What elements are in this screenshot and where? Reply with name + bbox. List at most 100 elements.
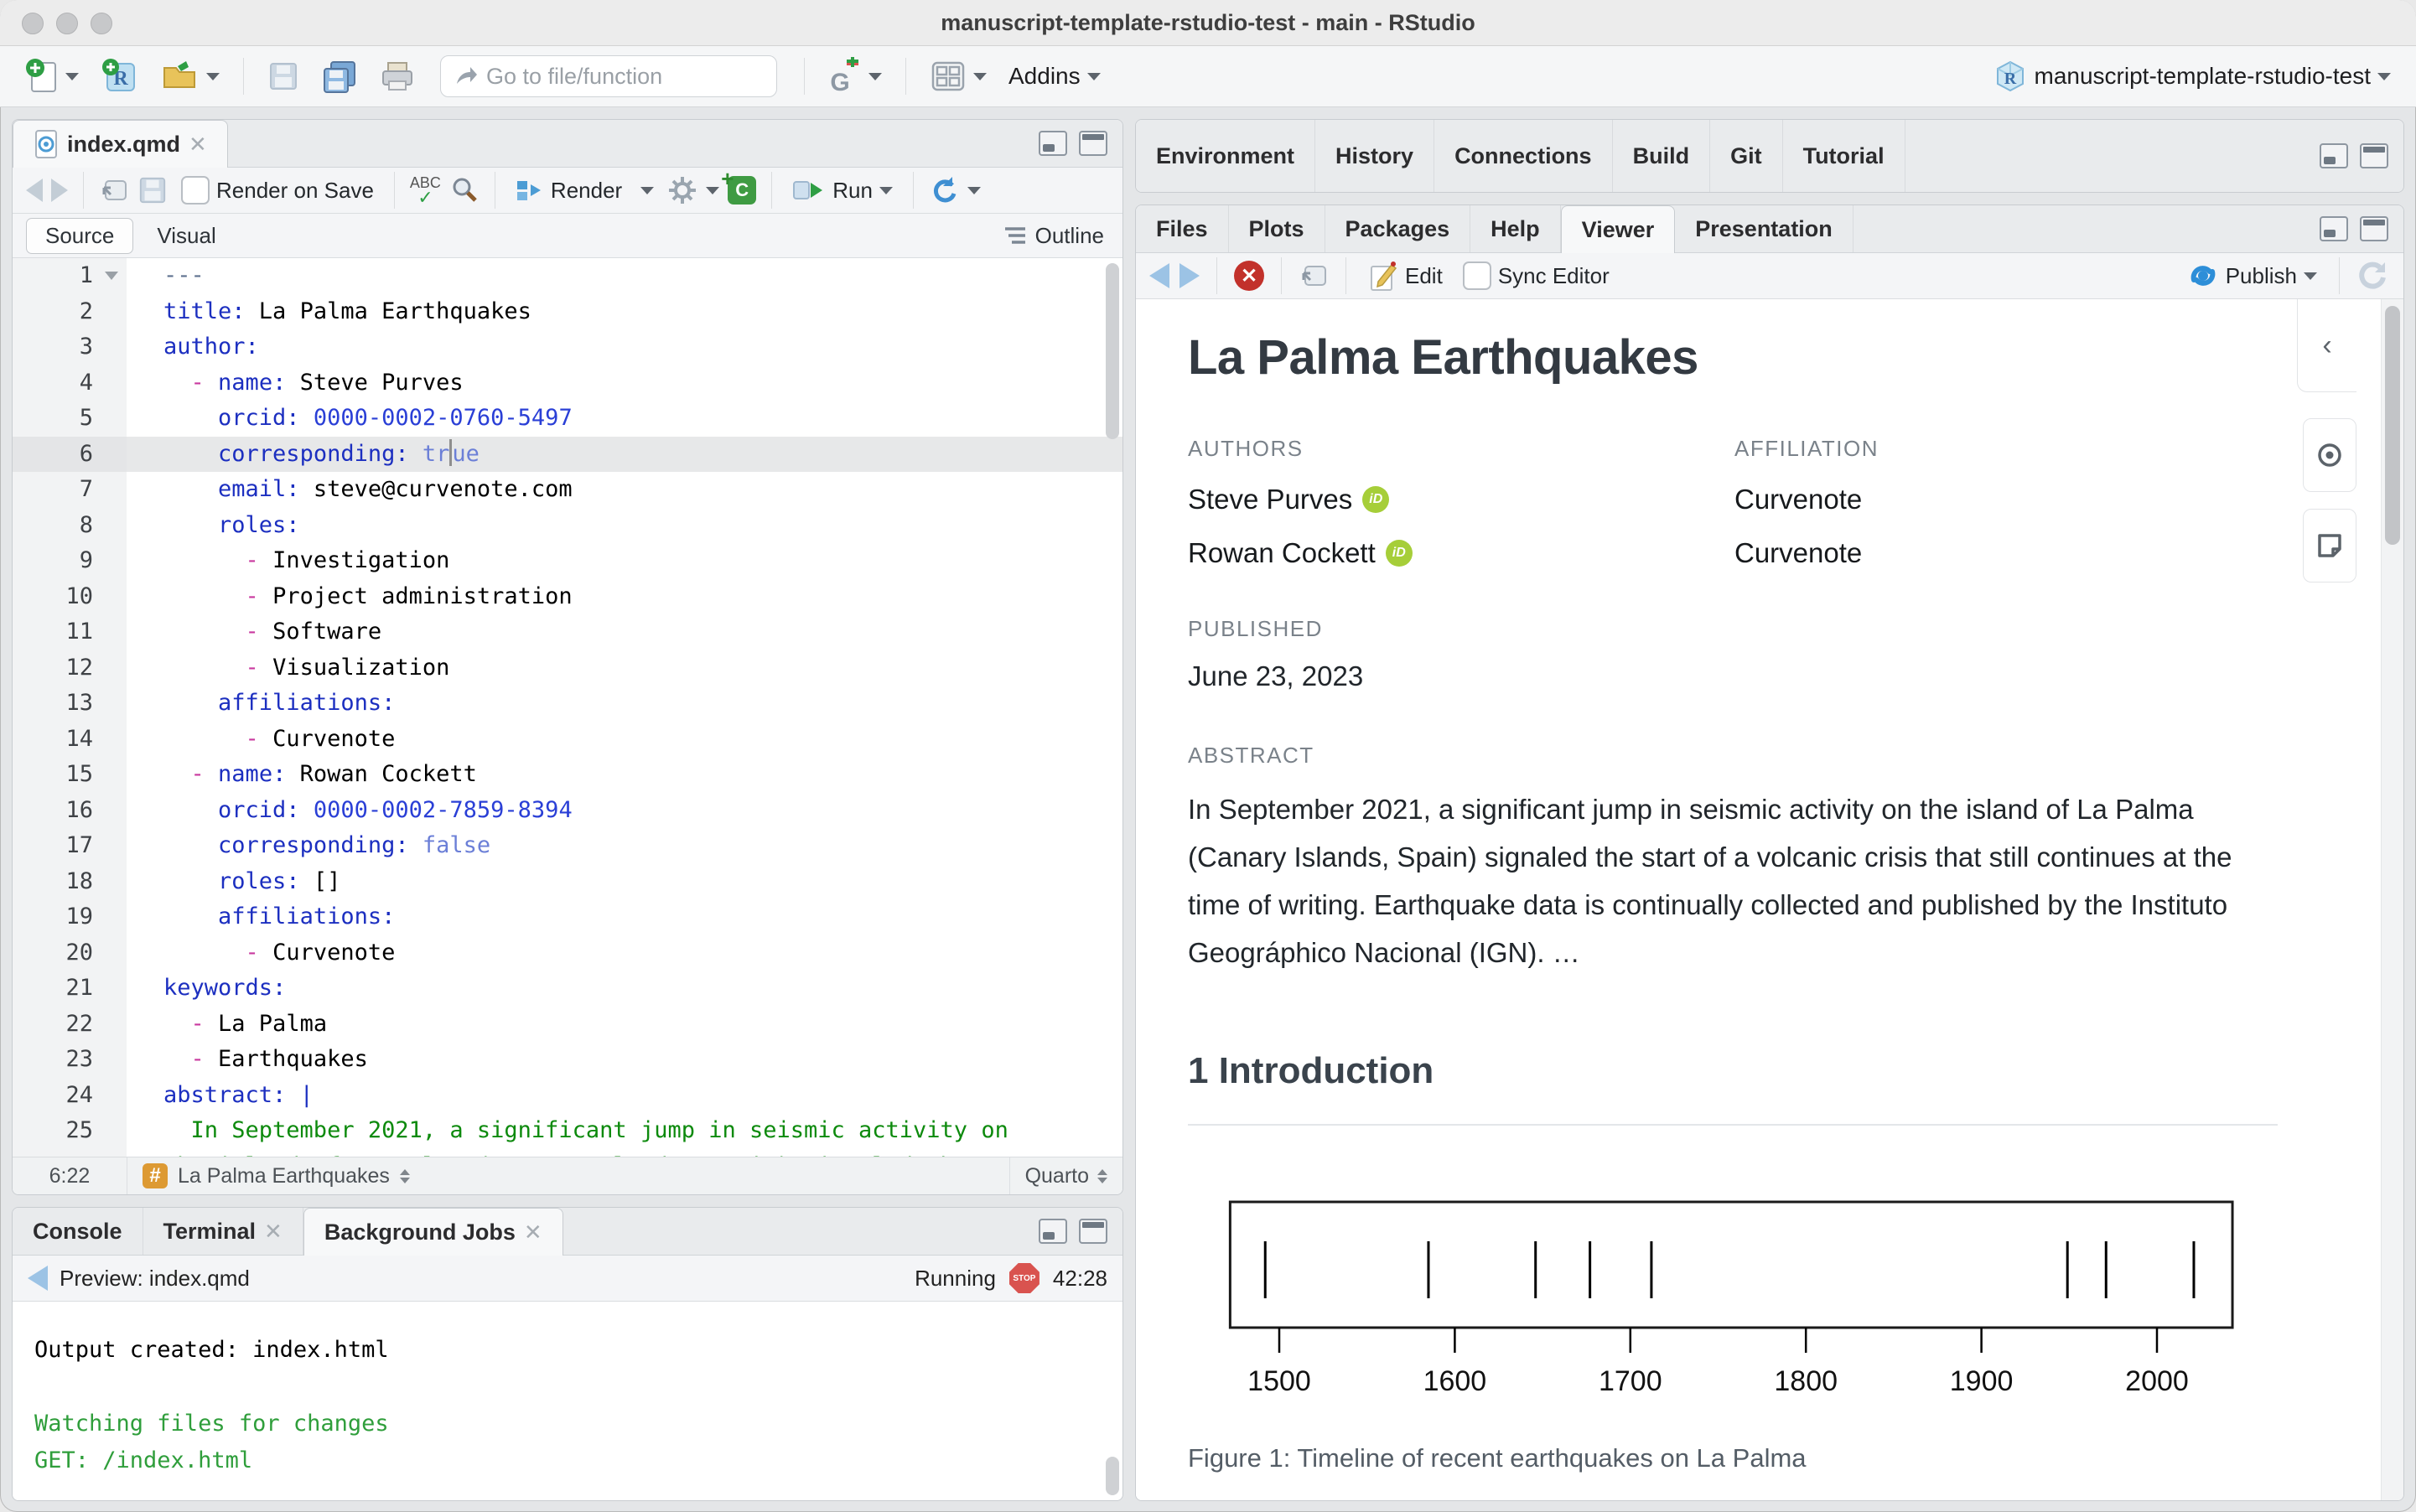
minimize-pane-icon[interactable]	[1039, 131, 1067, 156]
viewer-scrollbar-thumb[interactable]	[2385, 306, 2400, 545]
tab-tutorial[interactable]: Tutorial	[1783, 120, 1905, 192]
code-line[interactable]: 1 ---	[13, 258, 1122, 294]
tab-console[interactable]: Console	[13, 1208, 143, 1255]
tab-viewer[interactable]: Viewer	[1560, 205, 1676, 253]
panes-layout-button[interactable]	[925, 54, 992, 98]
viewer-back-icon[interactable]	[1149, 263, 1169, 288]
code-line[interactable]: 2 title: La Palma Earthquakes	[13, 293, 1122, 329]
minimize-pane-icon[interactable]	[1039, 1219, 1067, 1244]
tab-git[interactable]: Git	[1710, 120, 1783, 192]
publish-button[interactable]: Publish	[2182, 258, 2322, 293]
maximize-pane-icon[interactable]	[1079, 131, 1107, 156]
code-line[interactable]: 5 orcid: 0000-0002-0760-5497	[13, 401, 1122, 437]
orcid-icon[interactable]: iD	[1362, 486, 1390, 513]
tab-connections[interactable]: Connections	[1434, 120, 1613, 192]
sync-editor-checkbox[interactable]: Sync Editor	[1458, 258, 1615, 293]
open-file-button[interactable]	[156, 54, 225, 98]
visibility-button[interactable]	[2303, 418, 2356, 492]
minimize-pane-icon[interactable]	[2320, 143, 2348, 168]
stop-job-button[interactable]: STOP	[1008, 1263, 1040, 1293]
source-rerun-icon[interactable]	[929, 175, 959, 205]
zoom-window-button[interactable]	[91, 13, 112, 34]
popout-icon[interactable]	[1299, 261, 1329, 290]
code-line[interactable]: 17 corresponding: false	[13, 828, 1122, 864]
code-line[interactable]: 7 email: steve@curvenote.com	[13, 472, 1122, 508]
insert-chunk-button[interactable]: C	[721, 166, 757, 205]
code-line[interactable]: 23 - Earthquakes	[13, 1042, 1122, 1078]
save-button[interactable]	[262, 55, 304, 97]
orcid-icon[interactable]: iD	[1385, 540, 1413, 567]
project-selector[interactable]: R manuscript-template-rstudio-test	[1988, 54, 2396, 99]
code-line[interactable]: 14 - Curvenote	[13, 721, 1122, 757]
collapse-panel-button[interactable]: ‹	[2297, 299, 2356, 392]
code-line[interactable]: 13 affiliations:	[13, 686, 1122, 722]
back-icon[interactable]	[26, 179, 43, 202]
code-line[interactable]: 19 affiliations:	[13, 899, 1122, 935]
code-line[interactable]: 4 - name: Steve Purves	[13, 365, 1122, 401]
code-line[interactable]: 3 author:	[13, 329, 1122, 365]
minimize-pane-icon[interactable]	[2320, 216, 2348, 241]
annotation-button[interactable]	[2303, 509, 2356, 583]
fold-icon[interactable]	[105, 272, 118, 280]
tab-history[interactable]: History	[1315, 120, 1435, 192]
code-line[interactable]: 12 - Visualization	[13, 650, 1122, 686]
code-line[interactable]: 9 - Investigation	[13, 543, 1122, 579]
code-editor[interactable]: 1 --- 2 title: La Palma Earthquakes 3 author:…	[13, 258, 1122, 1157]
maximize-pane-icon[interactable]	[2360, 216, 2388, 241]
run-button[interactable]: Run	[787, 174, 898, 207]
code-line[interactable]: 8 roles:	[13, 507, 1122, 543]
jobs-output[interactable]: Output created: index.html Watching file…	[13, 1302, 1122, 1500]
goto-file-input[interactable]: Go to file/function	[440, 55, 777, 97]
tab-files[interactable]: Files	[1136, 205, 1229, 252]
viewer-content[interactable]: La Palma Earthquakes AUTHORS AFFILIATION…	[1136, 299, 2403, 1500]
code-line[interactable]: 20 - Curvenote	[13, 935, 1122, 971]
popout-icon[interactable]	[99, 176, 129, 205]
code-line[interactable]: 6 corresponding: tr ue	[13, 436, 1122, 472]
close-tab-icon[interactable]: ✕	[524, 1219, 542, 1245]
close-tab-icon[interactable]: ✕	[189, 132, 207, 158]
code-line[interactable]: 11 - Software	[13, 614, 1122, 650]
tab-environment[interactable]: Environment	[1136, 120, 1316, 192]
code-line[interactable]: 18 roles: []	[13, 863, 1122, 899]
code-line[interactable]: 25 In September 2021, a significant jump…	[13, 1113, 1122, 1149]
code-line[interactable]: 16 orcid: 0000-0002-7859-8394	[13, 792, 1122, 828]
save-icon[interactable]	[137, 175, 168, 205]
tab-build[interactable]: Build	[1613, 120, 1711, 192]
refresh-icon[interactable]	[2356, 259, 2390, 293]
gear-caret-icon[interactable]	[706, 186, 720, 194]
tab-terminal[interactable]: Terminal ✕	[143, 1208, 303, 1255]
maximize-pane-icon[interactable]	[1079, 1219, 1107, 1244]
maximize-pane-icon[interactable]	[2360, 143, 2388, 168]
rerun-caret-icon[interactable]	[967, 186, 981, 194]
code-line[interactable]: 10 - Project administration	[13, 578, 1122, 614]
gear-icon[interactable]	[667, 175, 697, 205]
close-tab-icon[interactable]: ✕	[264, 1219, 283, 1245]
forward-icon[interactable]	[51, 179, 68, 202]
tab-index-qmd[interactable]: index.qmd ✕	[13, 120, 228, 168]
outline-button[interactable]: Outline	[1003, 223, 1109, 249]
minimize-window-button[interactable]	[56, 13, 78, 34]
filetype-selector[interactable]: Quarto	[1008, 1157, 1122, 1194]
new-file-button[interactable]	[20, 53, 84, 100]
editor-scrollbar-thumb[interactable]	[1106, 263, 1119, 439]
code-line[interactable]: 22 - La Palma	[13, 1006, 1122, 1042]
tab-plots[interactable]: Plots	[1229, 205, 1325, 252]
tab-help[interactable]: Help	[1470, 205, 1561, 252]
tab-background-jobs[interactable]: Background Jobs ✕	[303, 1208, 563, 1256]
version-control-button[interactable]: G	[823, 52, 887, 101]
console-scrollbar-thumb[interactable]	[1106, 1457, 1119, 1495]
source-mode-button[interactable]: Source	[26, 217, 134, 254]
code-line[interactable]: 15 - name: Rowan Cockett	[13, 757, 1122, 793]
find-icon[interactable]	[449, 175, 480, 205]
viewer-forward-icon[interactable]	[1179, 263, 1200, 288]
code-line[interactable]: the island of La Palma (Canary Islands, …	[13, 1148, 1122, 1157]
tab-presentation[interactable]: Presentation	[1675, 205, 1853, 252]
clear-viewer-icon[interactable]: ✕	[1234, 261, 1264, 291]
viewer-scrollbar[interactable]	[2381, 299, 2403, 1500]
new-project-button[interactable]: R	[96, 52, 144, 101]
print-button[interactable]	[375, 54, 420, 98]
render-button[interactable]: Render	[511, 174, 659, 207]
save-all-button[interactable]	[316, 54, 363, 99]
close-window-button[interactable]	[22, 13, 44, 34]
section-selector[interactable]: # La Palma Earthquakes	[127, 1157, 1009, 1194]
